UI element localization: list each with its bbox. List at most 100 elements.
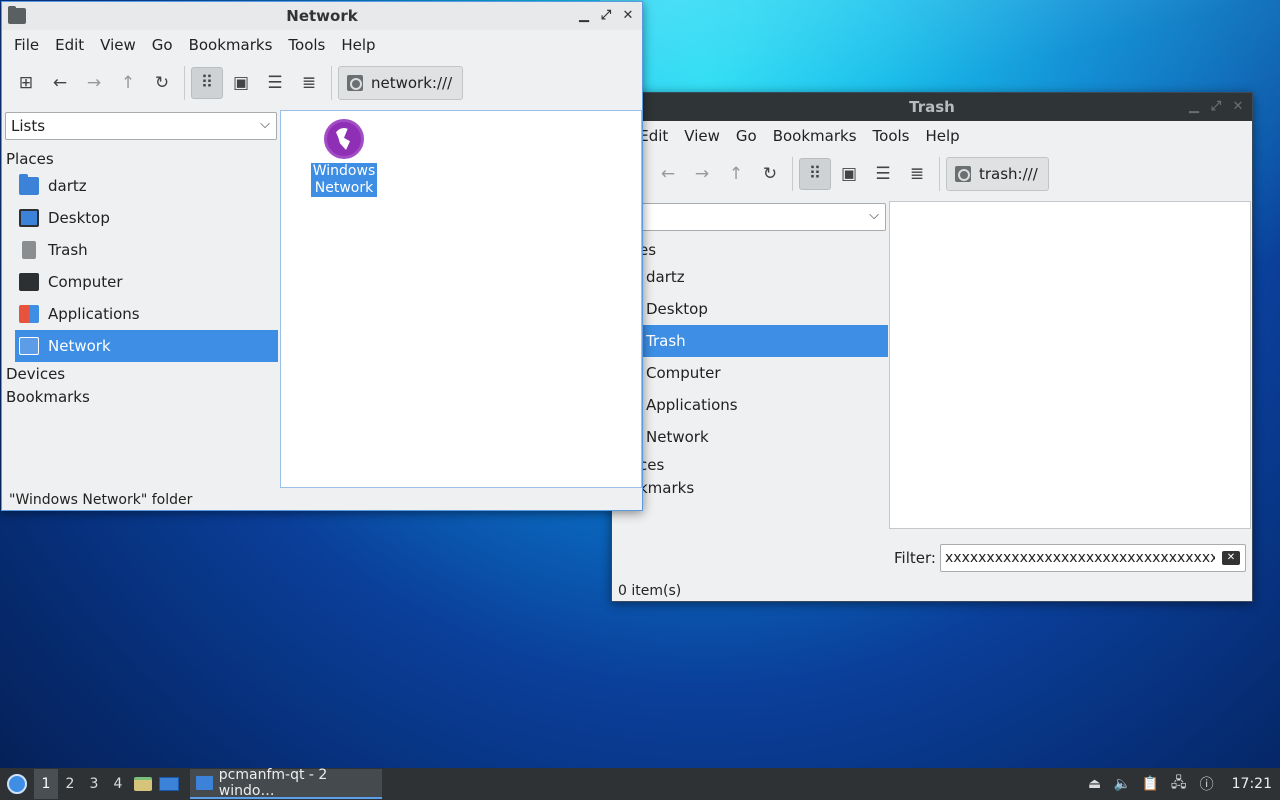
workspace-1[interactable]: 1 xyxy=(34,769,58,799)
forward-arrow-icon[interactable]: → xyxy=(78,67,110,99)
toolbar-separator xyxy=(331,66,332,100)
devices-header[interactable]: Devices xyxy=(6,365,65,383)
menu-edit[interactable]: Edit xyxy=(47,36,92,54)
new-tab-icon[interactable]: ⊞ xyxy=(10,67,42,99)
workspace-4[interactable]: 4 xyxy=(106,769,130,799)
clipboard-icon[interactable]: 📋 xyxy=(1142,775,1160,793)
sidebar-item-label: Desktop xyxy=(646,300,708,318)
sidebar-item-dartz[interactable]: dartz xyxy=(612,261,888,293)
reload-icon[interactable]: ↻ xyxy=(146,67,178,99)
clock[interactable]: 17:21 xyxy=(1232,776,1272,792)
menu-tools[interactable]: Tools xyxy=(280,36,333,54)
thumbnail-view-icon[interactable]: ▣ xyxy=(833,158,865,190)
compact-view-icon[interactable]: ☰ xyxy=(867,158,899,190)
filter-input[interactable] xyxy=(940,544,1246,572)
file-view[interactable]: Windows Network xyxy=(280,110,642,488)
bookmarks-header[interactable]: kmarks xyxy=(639,479,694,497)
workspace-3[interactable]: 3 xyxy=(82,769,106,799)
sidebar-item-label: Computer xyxy=(48,273,123,291)
status-bar: 0 item(s) xyxy=(618,583,682,599)
menu-help[interactable]: Help xyxy=(333,36,383,54)
detailed-view-icon[interactable]: ≣ xyxy=(901,158,933,190)
sidebar-item-trash[interactable]: Trash xyxy=(15,234,278,266)
back-arrow-icon[interactable]: ← xyxy=(44,67,76,99)
task-button-pcmanfm[interactable]: pcmanfm-qt - 2 windo… xyxy=(190,767,382,799)
start-menu-button[interactable] xyxy=(2,769,32,799)
close-icon[interactable]: ✕ xyxy=(1230,97,1246,117)
side-pane-mode-value: Lists xyxy=(11,117,46,135)
location-icon xyxy=(347,75,363,91)
menu-go[interactable]: Go xyxy=(728,127,765,145)
reload-icon[interactable]: ↻ xyxy=(754,158,786,190)
system-tray: ⏏ 🔈 📋 🖧 ⓘ 17:21 xyxy=(1086,768,1280,800)
sidebar-item-network[interactable]: Network xyxy=(612,421,888,453)
up-arrow-icon[interactable]: ↑ xyxy=(112,67,144,99)
sidebar-item-computer[interactable]: Computer xyxy=(15,266,278,298)
trash-icon xyxy=(22,241,36,259)
file-view[interactable] xyxy=(889,201,1251,529)
icon-view-icon[interactable]: ⠿ xyxy=(191,67,223,99)
notification-icon[interactable]: ⓘ xyxy=(1198,775,1216,793)
sidebar-item-computer[interactable]: Computer xyxy=(612,357,888,389)
taskbar: 1 2 3 4 pcmanfm-qt - 2 windo… ⏏ 🔈 📋 🖧 ⓘ … xyxy=(0,767,1280,800)
chevron-down-icon: ⌵ xyxy=(260,117,270,132)
close-icon[interactable]: ✕ xyxy=(620,6,636,26)
menu-bookmarks[interactable]: Bookmarks xyxy=(181,36,281,54)
up-arrow-icon[interactable]: ↑ xyxy=(720,158,752,190)
show-desktop-icon xyxy=(159,777,179,791)
menu-file[interactable]: File xyxy=(6,36,47,54)
menu-view[interactable]: View xyxy=(92,36,144,54)
menu-help[interactable]: Help xyxy=(917,127,967,145)
menu-tools[interactable]: Tools xyxy=(865,127,918,145)
sidebar-item-trash[interactable]: Trash xyxy=(612,325,888,357)
sidebar-item-label: Network xyxy=(646,428,709,446)
back-arrow-icon[interactable]: ← xyxy=(652,158,684,190)
sidebar-item-label: dartz xyxy=(646,268,685,286)
sidebar-item-applications[interactable]: Applications xyxy=(612,389,888,421)
detailed-view-icon[interactable]: ≣ xyxy=(293,67,325,99)
thumbnail-view-icon[interactable]: ▣ xyxy=(225,67,257,99)
side-pane-mode-select[interactable]: s ⌵ xyxy=(612,203,886,231)
tray-expand-icon[interactable]: ⏏ xyxy=(1086,775,1104,793)
path-button[interactable]: trash:/// xyxy=(946,157,1049,191)
forward-arrow-icon[interactable]: → xyxy=(686,158,718,190)
network-titlebar[interactable]: Network ▁ ⤢ ✕ xyxy=(2,2,642,30)
file-item-windows-network[interactable]: Windows Network xyxy=(310,119,378,197)
minimize-icon[interactable]: ▁ xyxy=(576,6,592,26)
bookmarks-header[interactable]: Bookmarks xyxy=(6,388,90,406)
volume-icon[interactable]: 🔈 xyxy=(1114,775,1132,793)
side-pane-mode-select[interactable]: Lists ⌵ xyxy=(5,112,277,140)
maximize-icon[interactable]: ⤢ xyxy=(598,6,614,26)
network-status-icon[interactable]: 🖧 xyxy=(1170,775,1188,793)
sidebar-item-desktop[interactable]: Desktop xyxy=(612,293,888,325)
places-header[interactable]: Places xyxy=(6,150,54,168)
maximize-icon[interactable]: ⤢ xyxy=(1208,97,1224,117)
trash-titlebar[interactable]: Trash ▁ ⤢ ✕ xyxy=(612,93,1252,121)
trash-window[interactable]: Trash ▁ ⤢ ✕ e Edit View Go Bookmarks Too… xyxy=(611,92,1253,602)
menu-bar: File Edit View Go Bookmarks Tools Help xyxy=(2,30,642,60)
sidebar-item-label: Network xyxy=(48,337,111,355)
sidebar-item-label: Computer xyxy=(646,364,721,382)
path-button[interactable]: network:/// xyxy=(338,66,464,100)
clear-filter-icon[interactable]: ✕ xyxy=(1222,551,1240,565)
compact-view-icon[interactable]: ☰ xyxy=(259,67,291,99)
quicklaunch-show-desktop[interactable] xyxy=(156,769,182,799)
workspace-2[interactable]: 2 xyxy=(58,769,82,799)
network-window[interactable]: Network ▁ ⤢ ✕ File Edit View Go Bookmark… xyxy=(1,1,643,511)
menu-bookmarks[interactable]: Bookmarks xyxy=(765,127,865,145)
toolbar: ← → ↑ ↻ ⠿ ▣ ☰ ≣ trash:/// xyxy=(612,151,1252,197)
sidebar-item-desktop[interactable]: Desktop xyxy=(15,202,278,234)
sidebar-item-dartz[interactable]: dartz xyxy=(15,170,278,202)
minimize-icon[interactable]: ▁ xyxy=(1186,97,1202,117)
home-folder-icon xyxy=(19,174,39,195)
sidebar-item-label: Applications xyxy=(646,396,738,414)
menu-view[interactable]: View xyxy=(676,127,728,145)
desktop-icon xyxy=(19,209,39,227)
path-label: network:/// xyxy=(371,74,453,92)
sidebar-item-applications[interactable]: Applications xyxy=(15,298,278,330)
menu-go[interactable]: Go xyxy=(144,36,181,54)
sidebar-item-network[interactable]: Network xyxy=(15,330,278,362)
quicklaunch-file-manager[interactable] xyxy=(130,769,156,799)
icon-view-icon[interactable]: ⠿ xyxy=(799,158,831,190)
globe-icon xyxy=(324,119,364,159)
